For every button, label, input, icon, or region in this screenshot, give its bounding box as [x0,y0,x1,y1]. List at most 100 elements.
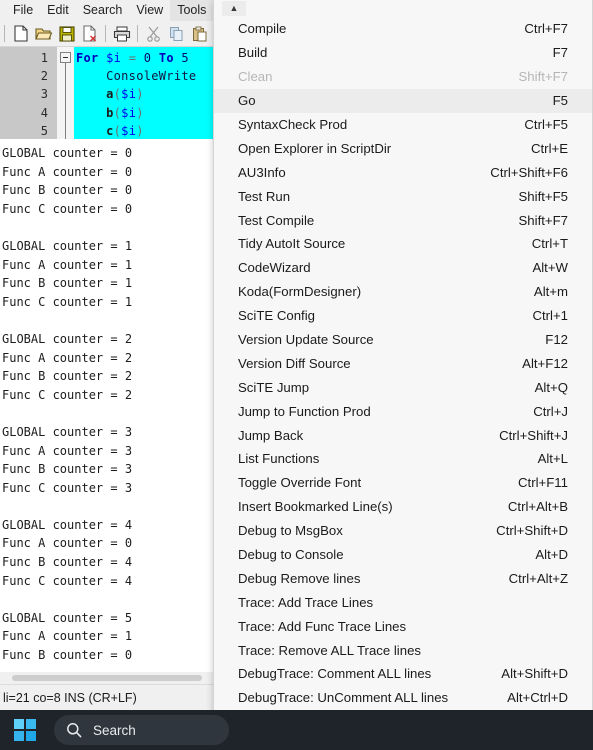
menu-item-open-explorer-in-scriptdir[interactable]: Open Explorer in ScriptDir Ctrl+E [214,136,592,160]
windows-logo-icon[interactable] [14,719,36,741]
menu-item-debugtrace-uncomment-all-lines[interactable]: DebugTrace: UnComment ALL lines Alt+Ctrl+… [214,686,592,710]
console-horizontal-scrollbar[interactable] [0,672,212,684]
menu-item-label: Version Update Source [238,332,374,348]
console-line: GLOBAL counter = 4 [2,517,133,532]
menu-item-list-functions[interactable]: List Functions Alt+L [214,447,592,471]
menu-item-jump-back[interactable]: Jump Back Ctrl+Shift+J [214,423,592,447]
menu-item-label: Compile [238,21,287,37]
menu-item-label: Go [238,93,256,109]
menu-item-version-diff-source[interactable]: Version Diff Source Alt+F12 [214,351,592,375]
menu-item-label: Toggle Override Font [238,475,362,491]
menu-item-label: DebugTrace: Comment ALL lines [238,666,432,682]
menu-item-label: Debug Remove lines [238,570,361,586]
menubar-item-search[interactable]: Search [76,0,130,21]
console-line: GLOBAL counter = 5 [2,610,133,625]
cut-icon[interactable] [142,23,165,45]
menubar-item-file[interactable]: File [6,0,40,21]
menu-item-compile[interactable]: Compile Ctrl+F7 [214,17,592,41]
menu-scroll-up[interactable]: ▲ [214,0,592,17]
console-line: GLOBAL counter = 1 [2,238,133,253]
menu-item-go[interactable]: Go F5 [214,88,592,113]
console-line: Func C counter = 2 [2,387,133,402]
line-number: 1 [40,51,48,65]
code-token: ) [136,105,144,120]
line-number: 3 [40,87,48,102]
menubar-item-edit[interactable]: Edit [40,0,76,21]
menu-item-label: Clean [238,69,273,85]
scrollbar-thumb[interactable] [12,675,202,681]
code-token: $i [121,123,137,138]
menu-item-codewizard[interactable]: CodeWizard Alt+W [214,256,592,280]
menu-item-debug-to-msgbox[interactable]: Debug to MsgBox Ctrl+Shift+D [214,519,592,543]
menu-item-shortcut: Alt+L [537,451,568,467]
menu-item-shortcut: Ctrl+Alt+Z [508,570,568,586]
menu-item-trace-remove-all-trace-lines[interactable]: Trace: Remove ALL Trace lines [214,638,592,662]
chevron-up-icon[interactable]: ▲ [222,1,246,16]
menu-item-jump-to-function-prod[interactable]: Jump to Function Prod Ctrl+J [214,399,592,423]
menu-item-shortcut: Ctrl+J [533,403,568,419]
menu-item-shortcut: Ctrl+F7 [524,21,568,37]
status-text: li=21 co=8 INS (CR+LF) [3,690,137,705]
menu-item-debug-to-console[interactable]: Debug to Console Alt+D [214,543,592,567]
open-folder-icon[interactable] [32,23,55,45]
menu-item-trace-add-func-trace-lines[interactable]: Trace: Add Func Trace Lines [214,614,592,638]
menu-item-debug-remove-lines[interactable]: Debug Remove lines Ctrl+Alt+Z [214,566,592,590]
code-token: 0 [143,51,159,65]
code-token: a [106,87,114,102]
menu-item-version-update-source[interactable]: Version Update Source F12 [214,328,592,352]
menu-item-label: Debug to MsgBox [238,523,343,539]
menu-item-scite-config[interactable]: SciTE Config Ctrl+1 [214,304,592,328]
line-number-gutter: 1 2 3 4 5 [0,47,57,139]
menu-item-shortcut: Ctrl+F11 [518,475,568,491]
menu-item-shortcut: F7 [552,45,568,61]
fold-margin[interactable] [57,47,74,139]
menu-item-label: Insert Bookmarked Line(s) [238,499,393,515]
menu-item-test-run[interactable]: Test Run Shift+F5 [214,184,592,208]
copy-icon[interactable] [165,23,188,45]
menu-item-clean: Clean Shift+F7 [214,65,592,89]
collapse-minus-icon[interactable] [60,52,71,63]
menu-item-tidy-autoit-source[interactable]: Tidy AutoIt Source Ctrl+T [214,232,592,256]
menu-item-au3info[interactable]: AU3Info Ctrl+Shift+F6 [214,160,592,184]
menu-item-build[interactable]: Build F7 [214,41,592,65]
menubar-item-view[interactable]: View [129,0,170,21]
menubar-item-tools[interactable]: Tools [170,0,214,21]
menu-item-label: Trace: Add Trace Lines [238,594,374,610]
console-line: Func C counter = 3 [2,480,133,495]
menu-item-label: Jump to Function Prod [238,403,371,419]
menu-item-scite-jump[interactable]: SciTE Jump Alt+Q [214,375,592,399]
code-editor[interactable]: 12345 For $i = 0 To 5 ConsoleWrite a($i)… [0,47,239,139]
menu-item-syntaxcheck-prod[interactable]: SyntaxCheck Prod Ctrl+F5 [214,113,592,137]
taskbar-search-box[interactable]: Search [54,715,229,745]
new-file-icon[interactable] [9,23,32,45]
menu-item-shortcut: Ctrl+Shift+F6 [490,164,568,180]
close-file-icon[interactable] [78,23,101,45]
paste-icon[interactable] [188,23,211,45]
menu-item-shortcut: Shift+F5 [518,188,568,204]
code-token: To [158,51,182,65]
menu-item-shortcut: Alt+W [532,260,568,276]
menu-item-shortcut: Ctrl+1 [532,308,568,324]
menu-item-label: Build [238,45,268,61]
print-icon[interactable] [110,23,133,45]
menu-item-label: Version Diff Source [238,355,351,371]
console-line: GLOBAL counter = 3 [2,424,133,439]
menu-item-koda-formdesigner[interactable]: Koda(FormDesigner) Alt+m [214,280,592,304]
menu-item-trace-add-trace-lines[interactable]: Trace: Add Trace Lines [214,590,592,614]
code-token: ConsoleWrite [106,69,197,84]
windows-taskbar: Search [0,710,593,750]
console-output-pane[interactable]: GLOBAL counter = 0 Func A counter = 0 Func… [0,139,239,672]
menu-item-toggle-override-font[interactable]: Toggle Override Font Ctrl+F11 [214,471,592,495]
code-token: 5 [181,51,189,65]
tools-dropdown-menu[interactable]: ▲ Compile Ctrl+F7 Build F7 Clean Shift+F7 Go F5… [213,0,593,750]
menu-item-label: Open Explorer in ScriptDir [238,140,392,156]
menu-item-label: Jump Back [238,427,304,443]
menu-item-debugtrace-comment-all-lines[interactable]: DebugTrace: Comment ALL lines Alt+Shift+D [214,662,592,686]
save-icon[interactable] [55,23,78,45]
menu-item-shortcut: Ctrl+T [531,236,568,252]
menu-item-insert-bookmarked-line-s[interactable]: Insert Bookmarked Line(s) Ctrl+Alt+B [214,495,592,519]
menu-item-label: DebugTrace: UnComment ALL lines [238,690,449,706]
menu-item-label: Koda(FormDesigner) [238,284,362,300]
menu-item-test-compile[interactable]: Test Compile Shift+F7 [214,208,592,232]
